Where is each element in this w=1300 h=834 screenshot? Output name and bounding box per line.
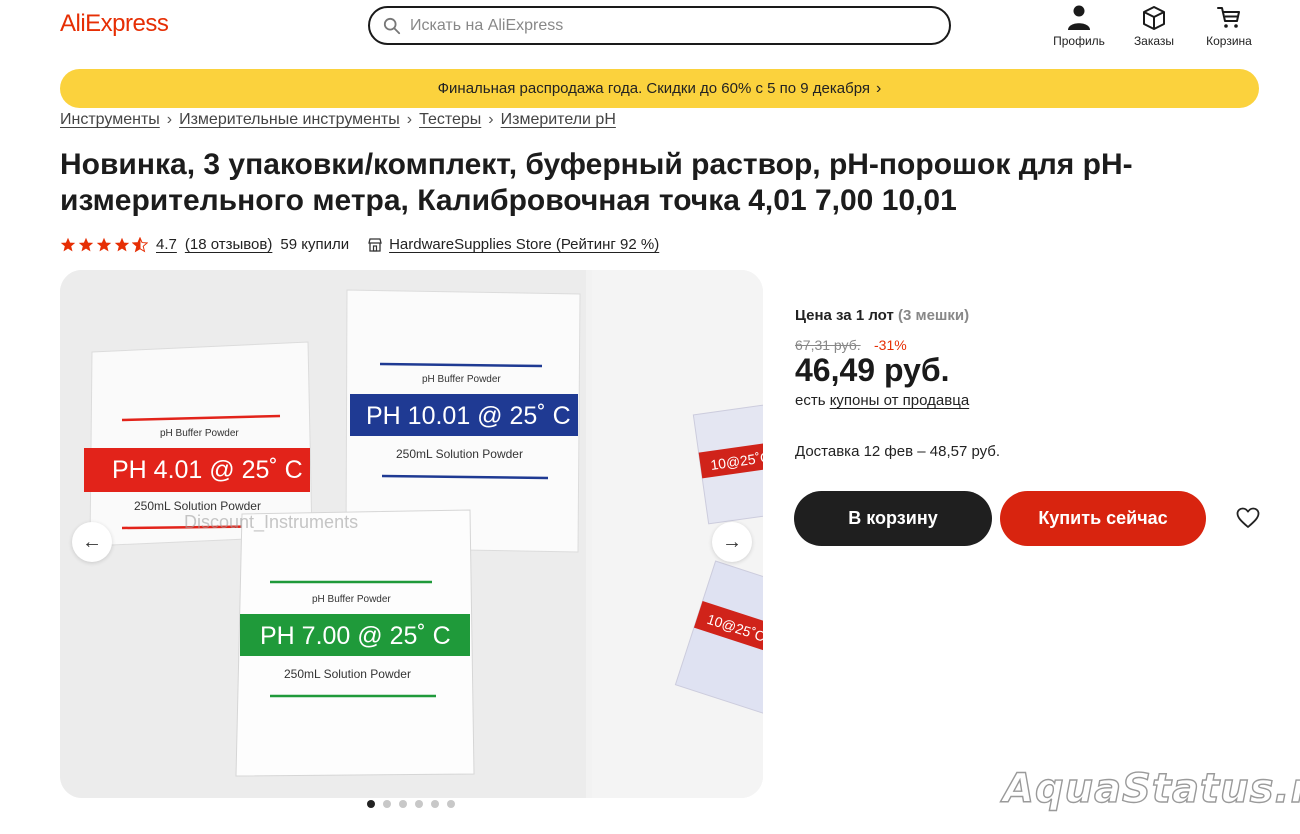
packet-ph-7: pH Buffer Powder PH 7.00 @ 25˚ C 250mL S… [235, 509, 475, 777]
nav-profile[interactable]: Профиль [1044, 4, 1114, 48]
star-icon [78, 237, 94, 251]
chevron-right-icon: › [488, 111, 494, 128]
reviews-link[interactable]: (18 отзывов) [185, 236, 273, 253]
cart-icon [1217, 7, 1240, 28]
rating-row: 4.7 (18 отзывов) 59 купили HardwareSuppl… [60, 236, 659, 253]
search-input[interactable] [410, 16, 910, 35]
nav-cart[interactable]: Корзина [1194, 4, 1264, 48]
lot-label: Цена за 1 лот [795, 307, 894, 324]
gallery-next-button[interactable]: → [712, 522, 752, 562]
packet-solution: 250mL Solution Powder [284, 667, 411, 681]
breadcrumb-item[interactable]: Тестеры [419, 111, 481, 129]
breadcrumb: Инструменты › Измерительные инструменты … [60, 111, 616, 129]
packet-solution: 250mL Solution Powder [396, 447, 523, 461]
packet-solution: 250mL Solution Powder [134, 499, 261, 513]
promo-banner[interactable]: Финальная распродажа года. Скидки до 60%… [60, 69, 1259, 108]
star-icon [114, 237, 130, 251]
rating-stars[interactable] [60, 236, 148, 253]
store-link[interactable]: HardwareSupplies Store (Рейтинг 92 %) [389, 236, 659, 253]
gallery-image-main[interactable]: pH Buffer Powder PH 4.01 @ 25˚ C 250mL S… [60, 270, 586, 798]
star-half-icon [132, 236, 148, 252]
gallery-pagination [367, 800, 455, 808]
chevron-right-icon: › [876, 79, 882, 97]
wishlist-heart-icon[interactable] [1236, 507, 1260, 529]
gallery-dot[interactable] [447, 800, 455, 808]
nav-profile-label: Профиль [1053, 34, 1105, 48]
breadcrumb-item[interactable]: Измерительные инструменты [179, 111, 400, 129]
breadcrumb-item[interactable]: Инструменты [60, 111, 160, 129]
delivery-info: Доставка 12 фев – 48,57 руб. [795, 443, 1001, 460]
gallery-prev-button[interactable]: ← [72, 522, 112, 562]
lot-quantity: (3 мешки) [897, 307, 970, 324]
packet-label: pH Buffer Powder [312, 594, 391, 605]
image-watermark: Discount_Instruments [184, 512, 358, 533]
search-icon [383, 17, 401, 34]
buy-now-button[interactable]: Купить сейчас [1000, 491, 1206, 546]
gallery-dot[interactable] [415, 800, 423, 808]
nav-orders-label: Заказы [1133, 34, 1175, 48]
rating-value[interactable]: 4.7 [156, 236, 177, 253]
product-photo: pH Buffer Powder PH 4.01 @ 25˚ C 250mL S… [60, 270, 586, 798]
gallery-dot[interactable] [367, 800, 375, 808]
star-icon [96, 237, 112, 251]
discount-badge: -31% [874, 337, 907, 353]
arrow-right-icon: → [722, 530, 742, 553]
user-icon [1068, 5, 1090, 30]
aliexpress-logo[interactable]: AliExpress [60, 10, 169, 38]
box-icon [1143, 6, 1165, 30]
price-per-lot-label: Цена за 1 лот (3 мешки) [795, 307, 969, 324]
packet-label: pH Buffer Powder [422, 374, 501, 385]
coupon-row: есть купоны от продавца [795, 392, 969, 409]
packet-label: pH Buffer Powder [160, 428, 239, 439]
product-title: Новинка, 3 упаковки/комплект, буферный р… [60, 148, 1133, 217]
old-price: 67,31 руб. [795, 337, 861, 353]
store-icon [368, 237, 382, 252]
add-to-cart-button[interactable]: В корзину [794, 491, 992, 546]
nav-cart-label: Корзина [1206, 34, 1252, 48]
search-bar[interactable] [368, 6, 951, 45]
nav-orders[interactable]: Заказы [1119, 4, 1189, 48]
product-gallery: pH Buffer Powder PH 4.01 @ 25˚ C 250mL S… [60, 270, 763, 798]
gallery-dot[interactable] [399, 800, 407, 808]
packet-ph-text: PH 4.01 @ 25˚ C [112, 456, 303, 484]
current-price: 46,49 руб. [795, 352, 950, 388]
gallery-dot[interactable] [383, 800, 391, 808]
chevron-right-icon: › [166, 111, 173, 128]
seller-coupons-link[interactable]: купоны от продавца [830, 392, 969, 409]
packet-ph-text: PH 10.01 @ 25˚ C [366, 402, 571, 430]
star-icon [60, 237, 76, 251]
packet-ph-text: PH 7.00 @ 25˚ C [260, 622, 451, 650]
sold-count: 59 купили [280, 236, 350, 253]
gallery-image-secondary[interactable]: 10@25˚C 10@25˚C → [592, 270, 763, 798]
site-watermark: AquaStatus.ru [1002, 765, 1300, 812]
breadcrumb-item[interactable]: Измерители pH [501, 111, 616, 129]
gallery-dot[interactable] [431, 800, 439, 808]
coupon-prefix: есть [795, 392, 826, 409]
arrow-left-icon: ← [82, 530, 102, 553]
chevron-right-icon: › [406, 111, 413, 128]
promo-banner-text: Финальная распродажа года. Скидки до 60%… [437, 80, 871, 97]
